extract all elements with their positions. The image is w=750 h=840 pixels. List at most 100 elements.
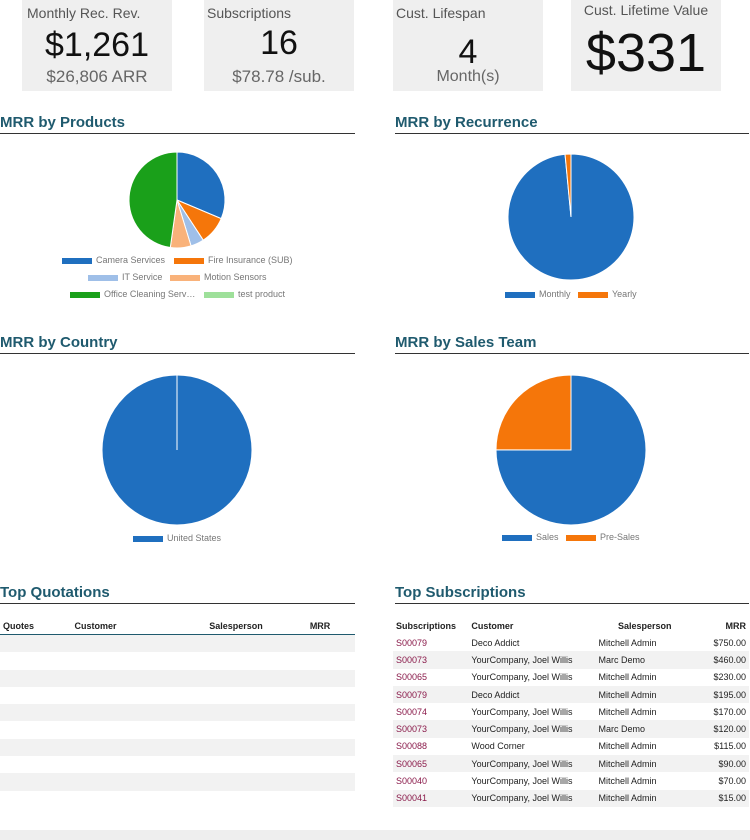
legend-item[interactable]: Pre-Sales: [566, 532, 640, 542]
kpi-value: 16: [260, 24, 298, 62]
legend-item[interactable]: IT Service: [88, 272, 162, 282]
salesperson-cell: Marc Demo: [595, 720, 695, 738]
table-row: [0, 756, 355, 773]
table-row[interactable]: S00040 YourCompany, Joel Willis Mitchell A…: [393, 772, 749, 789]
legend-item[interactable]: Office Cleaning Serv…: [70, 289, 195, 299]
kpi-sub: $78.78 /sub.: [232, 67, 326, 86]
customer-cell: Wood Corner: [471, 741, 525, 752]
subscription-ref-link[interactable]: S00065: [393, 755, 469, 773]
kpi-title: Cust. Lifespan: [396, 5, 486, 21]
pie-chart-products[interactable]: [122, 145, 232, 255]
column-header-customer[interactable]: Customer: [468, 618, 595, 634]
column-header-subscriptions[interactable]: Subscriptions: [393, 618, 468, 634]
legend-item[interactable]: Camera Services: [62, 255, 165, 265]
customer-cell: YourCompany, Joel Willis: [468, 720, 596, 738]
mrr-cell: $230.00: [713, 672, 746, 683]
table-row[interactable]: S00065 YourCompany, Joel Willis Mitchell A…: [393, 669, 749, 686]
mrr-cell: $90.00: [694, 755, 749, 773]
table-row[interactable]: S00074 YourCompany, Joel Willis Mitchell A…: [393, 703, 749, 720]
table-row: [0, 687, 355, 704]
section-title-subscriptions: Top Subscriptions: [395, 584, 749, 604]
legend-label: Office Cleaning Serv…: [104, 289, 196, 299]
column-header-quotes[interactable]: Quotes: [0, 618, 72, 635]
section-title-quotations: Top Quotations: [0, 584, 355, 604]
customer-cell: YourCompany, Joel Willis: [468, 651, 596, 669]
column-header-mrr[interactable]: MRR: [307, 618, 355, 635]
customer-cell: YourCompany, Joel Willis: [471, 706, 573, 717]
legend-swatch: [505, 291, 535, 298]
legend-swatch: [578, 291, 608, 298]
table-row: [0, 634, 355, 653]
mrr-cell: $115.00: [714, 741, 746, 752]
column-header-salesperson[interactable]: Salesperson: [595, 618, 694, 634]
legend-item[interactable]: Sales: [502, 532, 559, 542]
mrr-cell: $15.00: [694, 789, 749, 807]
column-header-salesperson[interactable]: Salesperson: [206, 618, 307, 635]
quotations-table: Quotes Customer Salesperson MRR: [0, 618, 355, 808]
table-row: [0, 704, 355, 722]
subscription-ref-link[interactable]: S00079: [393, 634, 468, 651]
legend-item[interactable]: Monthly: [505, 289, 571, 299]
subscription-ref-link[interactable]: S00073: [393, 651, 469, 669]
table-row[interactable]: S00073 YourCompany, Joel Willis Marc Demo $…: [393, 720, 749, 738]
subscription-ref-link[interactable]: S00073: [393, 720, 469, 738]
salesperson-cell: Mitchell Admin: [595, 789, 695, 807]
legend-item[interactable]: Fire Insurance (SUB): [174, 255, 293, 265]
legend-swatch: [204, 291, 234, 298]
table-row[interactable]: S00041 YourCompany, Joel Willis Mitchell A…: [393, 789, 749, 807]
kpi-value: $1,261: [45, 26, 149, 64]
table-row: [0, 773, 355, 791]
subscription-ref-link[interactable]: S00040: [393, 772, 468, 789]
table-row[interactable]: S00073 YourCompany, Joel Willis Marc Demo $…: [393, 651, 749, 669]
salesperson-cell: Mitchell Admin: [598, 776, 657, 787]
legend-swatch: [62, 257, 92, 264]
pie-chart-recurrence[interactable]: [501, 147, 641, 287]
subscription-ref-link[interactable]: S00041: [393, 789, 469, 807]
subscriptions-table: Subscriptions Customer Salesperson MRR S…: [393, 618, 749, 807]
table-row: [0, 791, 355, 808]
subscription-ref-link[interactable]: S00079: [393, 685, 469, 704]
legend-item[interactable]: Motion Sensors: [170, 272, 267, 282]
legend-label: Pre-Sales: [600, 532, 640, 542]
column-header-mrr[interactable]: MRR: [694, 618, 749, 634]
table-header-row: Quotes Customer Salesperson MRR: [0, 618, 355, 635]
subscriptions-body: S00079 Deco Addict Mitchell Admin $750.00 S0…: [393, 634, 749, 807]
subscription-ref-link[interactable]: S00074: [393, 703, 468, 720]
legend-label: Sales: [536, 532, 559, 542]
customer-cell: YourCompany, Joel Willis: [468, 755, 596, 773]
pie-chart-team[interactable]: [489, 368, 653, 532]
kpi-value: 4: [458, 33, 478, 71]
customer-cell: YourCompany, Joel Willis: [471, 672, 573, 683]
salesperson-cell: Mitchell Admin: [598, 741, 657, 752]
kpi-lifespan[interactable]: Cust. Lifespan 4 Month(s): [393, 0, 543, 91]
pie-chart-country[interactable]: [95, 368, 259, 532]
pie-slice[interactable]: [128, 151, 178, 249]
legend-swatch: [70, 291, 100, 298]
table-row[interactable]: S00079 Deco Addict Mitchell Admin $750.00: [393, 634, 749, 651]
kpi-lifetime-value[interactable]: Cust. Lifetime Value $331: [571, 0, 721, 91]
legend-swatch: [133, 535, 163, 542]
legend-label: United States: [167, 533, 222, 543]
subscription-ref-link[interactable]: S00088: [393, 738, 468, 755]
subscription-ref-link[interactable]: S00065: [393, 669, 468, 686]
customer-cell: YourCompany, Joel Willis: [468, 789, 596, 807]
legend-item[interactable]: Yearly: [578, 289, 637, 299]
table-row[interactable]: S00065 YourCompany, Joel Willis Mitchell A…: [393, 755, 749, 773]
kpi-mrr[interactable]: Monthly Rec. Rev. $1,261 $26,806 ARR: [22, 0, 172, 91]
footer-strip: [0, 830, 750, 840]
quotations-body: [0, 634, 355, 808]
salesperson-cell: Mitchell Admin: [595, 755, 695, 773]
customer-cell: Deco Addict: [471, 637, 520, 648]
table-row[interactable]: S00088 Wood Corner Mitchell Admin $115.00: [393, 738, 749, 755]
section-title-products: MRR by Products: [0, 114, 355, 134]
kpi-subscriptions[interactable]: Subscriptions 16 $78.78 /sub.: [204, 0, 354, 91]
legend-item[interactable]: United States: [133, 533, 221, 543]
table-row: [0, 669, 355, 687]
kpi-value: $331: [585, 23, 707, 83]
mrr-cell: $460.00: [694, 651, 749, 669]
table-row[interactable]: S00079 Deco Addict Mitchell Admin $195.00: [393, 685, 749, 704]
pie-slice[interactable]: [495, 374, 572, 451]
table-row: [0, 721, 355, 738]
legend-item[interactable]: test product: [204, 289, 285, 299]
column-header-customer[interactable]: Customer: [72, 618, 207, 635]
